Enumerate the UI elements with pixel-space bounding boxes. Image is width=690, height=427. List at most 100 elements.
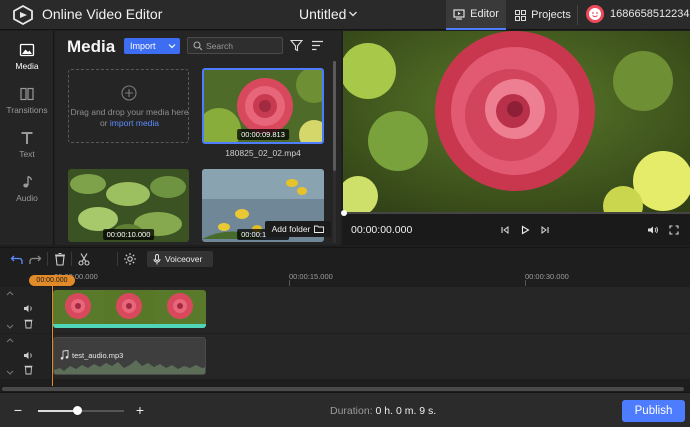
- filter-icon[interactable]: [290, 39, 303, 52]
- app-title: Online Video Editor: [42, 6, 163, 22]
- ruler-tick: [289, 280, 290, 286]
- player-progress-bar[interactable]: [343, 212, 690, 214]
- search-icon: [193, 41, 203, 51]
- media-duration: 00:00:09.813: [237, 129, 289, 140]
- duration-label: Duration:: [330, 405, 373, 417]
- add-folder-button[interactable]: Add folder: [265, 221, 331, 237]
- delete-icon[interactable]: [23, 364, 34, 375]
- media-image-icon: [19, 43, 35, 56]
- split-scissors-icon[interactable]: [77, 252, 91, 266]
- delete-icon[interactable]: [53, 252, 67, 266]
- ruler-label: 00:00:30.000: [525, 272, 569, 281]
- timeline-toolbar: Voiceover: [0, 247, 690, 269]
- sort-icon[interactable]: [311, 40, 324, 51]
- media-heading: Media: [67, 37, 116, 56]
- tab-projects-label: Projects: [531, 9, 571, 21]
- voiceover-button[interactable]: Voiceover: [147, 251, 213, 267]
- media-filename: 180825_02_02.mp4: [225, 148, 301, 158]
- tab-editor-label: Editor: [470, 8, 499, 20]
- undo-icon[interactable]: [10, 252, 24, 266]
- settings-gear-icon[interactable]: [123, 252, 137, 266]
- sidebar-item-text[interactable]: Text: [0, 122, 54, 166]
- tab-projects[interactable]: Projects: [510, 0, 576, 30]
- project-title[interactable]: Untitled: [299, 6, 346, 22]
- user-id[interactable]: 1686658512234: [610, 8, 690, 20]
- voiceover-label: Voiceover: [165, 254, 203, 264]
- fullscreen-icon[interactable]: [669, 225, 679, 235]
- search-input[interactable]: [206, 39, 280, 52]
- toolbar-divider: [71, 252, 72, 266]
- left-sidebar: Media Transitions Text Audio: [0, 31, 54, 245]
- zoom-slider-knob[interactable]: [72, 406, 82, 415]
- add-circle-icon: [121, 85, 137, 101]
- play-icon[interactable]: [520, 225, 530, 235]
- playhead-time[interactable]: 00:00.000: [29, 275, 75, 286]
- video-clip-audio-bar: [53, 324, 206, 328]
- media-duration: 00:00:10.000: [102, 229, 155, 240]
- video-player: 00:00:00.000: [341, 31, 690, 245]
- toolbar-divider: [47, 252, 48, 266]
- chevron-down-icon[interactable]: [348, 10, 358, 18]
- playhead-line[interactable]: [52, 286, 53, 390]
- media-scrollbar-thumb[interactable]: [333, 61, 336, 171]
- zoom-slider-fill: [38, 410, 77, 412]
- media-panel: Media Import Drag and drop your media he…: [55, 31, 341, 245]
- volume-icon[interactable]: [23, 303, 34, 314]
- import-button[interactable]: Import: [124, 38, 180, 54]
- sidebar-item-label: Media: [15, 60, 39, 71]
- sidebar-item-transitions[interactable]: Transitions: [0, 78, 54, 122]
- volume-icon[interactable]: [647, 225, 659, 235]
- import-media-link[interactable]: import media: [110, 118, 159, 128]
- video-preview[interactable]: [343, 31, 690, 213]
- upload-dropzone[interactable]: Drag and drop your media here or import …: [68, 69, 189, 143]
- transitions-icon: [20, 87, 34, 100]
- import-button-label: Import: [130, 41, 156, 51]
- grid-icon: [515, 9, 527, 21]
- folder-icon: [314, 225, 325, 233]
- video-track-controls: [0, 287, 52, 333]
- drag-handle-icon[interactable]: [3, 287, 17, 333]
- next-frame-icon[interactable]: [540, 225, 550, 235]
- music-note-icon: [23, 175, 33, 187]
- player-progress-knob[interactable]: [341, 210, 347, 216]
- sidebar-item-label: Transitions: [6, 104, 48, 115]
- smiley-avatar-icon: [589, 8, 601, 20]
- audio-waveform: [54, 360, 205, 374]
- media-item[interactable]: 00:00:09.813: [202, 68, 324, 144]
- publish-button[interactable]: Publish: [622, 400, 685, 422]
- media-item[interactable]: 00:00:10.000: [68, 169, 189, 242]
- microphone-icon: [153, 253, 161, 264]
- editor-icon: [453, 8, 465, 20]
- video-clip-filmstrip: [53, 290, 206, 324]
- player-current-time: 00:00:00.000: [351, 224, 413, 236]
- sidebar-item-label: Text: [19, 148, 35, 159]
- zoom-out-button[interactable]: −: [10, 403, 26, 419]
- audio-track-controls: [0, 334, 52, 379]
- search-box[interactable]: [187, 37, 283, 54]
- prev-frame-icon[interactable]: [500, 225, 510, 235]
- toolbar-divider: [117, 252, 118, 266]
- delete-icon[interactable]: [23, 318, 34, 329]
- video-clip[interactable]: [53, 290, 206, 328]
- nav-divider: [577, 5, 578, 25]
- duration-value: 0 h. 0 m. 9 s.: [375, 405, 437, 417]
- tab-editor[interactable]: Editor: [446, 0, 506, 30]
- timeline-ruler[interactable]: 00:00:00.000 00:00:15.000 00:00:30.000: [0, 269, 690, 287]
- redo-icon[interactable]: [28, 252, 42, 266]
- audio-track: test_audio.mp3: [0, 334, 690, 379]
- chevron-down-icon: [168, 44, 176, 49]
- audio-clip[interactable]: test_audio.mp3: [53, 337, 206, 375]
- app-logo-icon: [13, 5, 33, 25]
- avatar[interactable]: [586, 5, 604, 23]
- ruler-tick: [525, 280, 526, 286]
- sidebar-item-media[interactable]: Media: [0, 34, 54, 78]
- sidebar-item-audio[interactable]: Audio: [0, 166, 54, 210]
- duration-display: Duration: 0 h. 0 m. 9 s.: [330, 405, 436, 417]
- ruler-label: 00:00:15.000: [289, 272, 333, 281]
- timeline-scrollbar-thumb[interactable]: [2, 387, 684, 391]
- drag-handle-icon[interactable]: [3, 334, 17, 379]
- zoom-in-button[interactable]: +: [132, 403, 148, 419]
- video-track: [0, 287, 690, 333]
- volume-icon[interactable]: [23, 350, 34, 361]
- text-icon: [21, 131, 33, 144]
